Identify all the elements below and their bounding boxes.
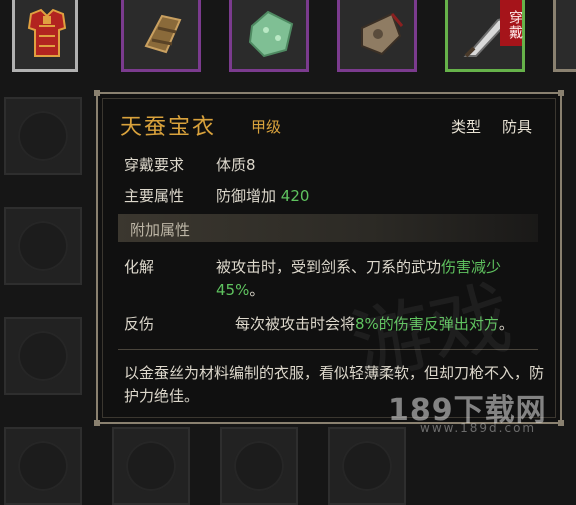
section-header: 附加属性: [118, 214, 538, 242]
section-title: 附加属性: [130, 221, 191, 239]
watermark-url: www.189d.com: [420, 421, 537, 435]
empty-slot[interactable]: [4, 97, 82, 175]
type-label: 类型: [451, 118, 482, 136]
bracer-icon: [144, 14, 182, 54]
armor-icon: [27, 8, 67, 57]
item-slot-jade[interactable]: [229, 0, 309, 72]
equipped-tag: 穿戴: [500, 0, 523, 46]
item-name: 天蚕宝衣: [120, 115, 217, 140]
empty-slot[interactable]: [112, 427, 190, 505]
type-value: 防具: [502, 118, 533, 136]
item-slot-blade[interactable]: 穿戴: [445, 0, 525, 72]
requirement-value: 体质8: [216, 156, 256, 174]
empty-slot[interactable]: [4, 427, 82, 505]
requirement-label: 穿戴要求: [124, 156, 185, 174]
item-grade: 甲级: [251, 118, 282, 136]
jade-icon: [248, 10, 294, 58]
pouch-icon: [361, 12, 404, 56]
main-attr-number: 420: [280, 187, 310, 205]
empty-slot[interactable]: [4, 317, 82, 395]
main-attr-text: 防御增加: [216, 187, 277, 205]
main-attr-label: 主要属性: [124, 187, 185, 205]
main-attr-value: 防御增加 420: [216, 185, 309, 206]
empty-slot[interactable]: [220, 427, 298, 505]
item-slot-armor[interactable]: [12, 0, 78, 72]
empty-slot[interactable]: [328, 427, 406, 505]
item-slot-pouch[interactable]: [337, 0, 417, 72]
empty-slot[interactable]: [4, 207, 82, 285]
effect-label: 化解: [124, 258, 155, 276]
item-slot-partial[interactable]: [553, 0, 576, 72]
item-slot-bracer[interactable]: [121, 0, 201, 72]
effect-label: 反伤: [124, 315, 155, 333]
